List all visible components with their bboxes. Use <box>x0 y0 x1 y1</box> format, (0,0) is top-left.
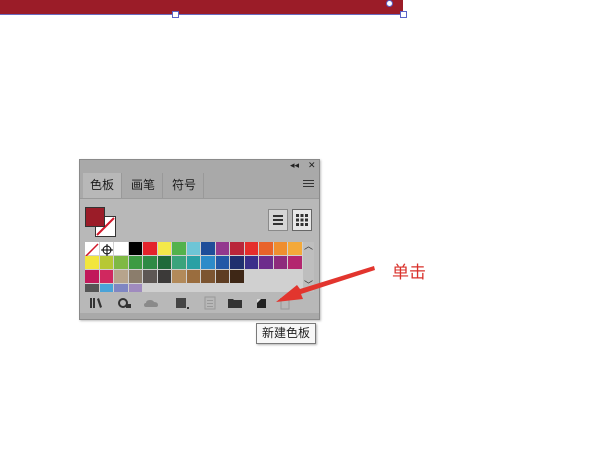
fill-color-swatch[interactable] <box>85 207 105 227</box>
annotation-label: 单击 <box>392 263 426 283</box>
